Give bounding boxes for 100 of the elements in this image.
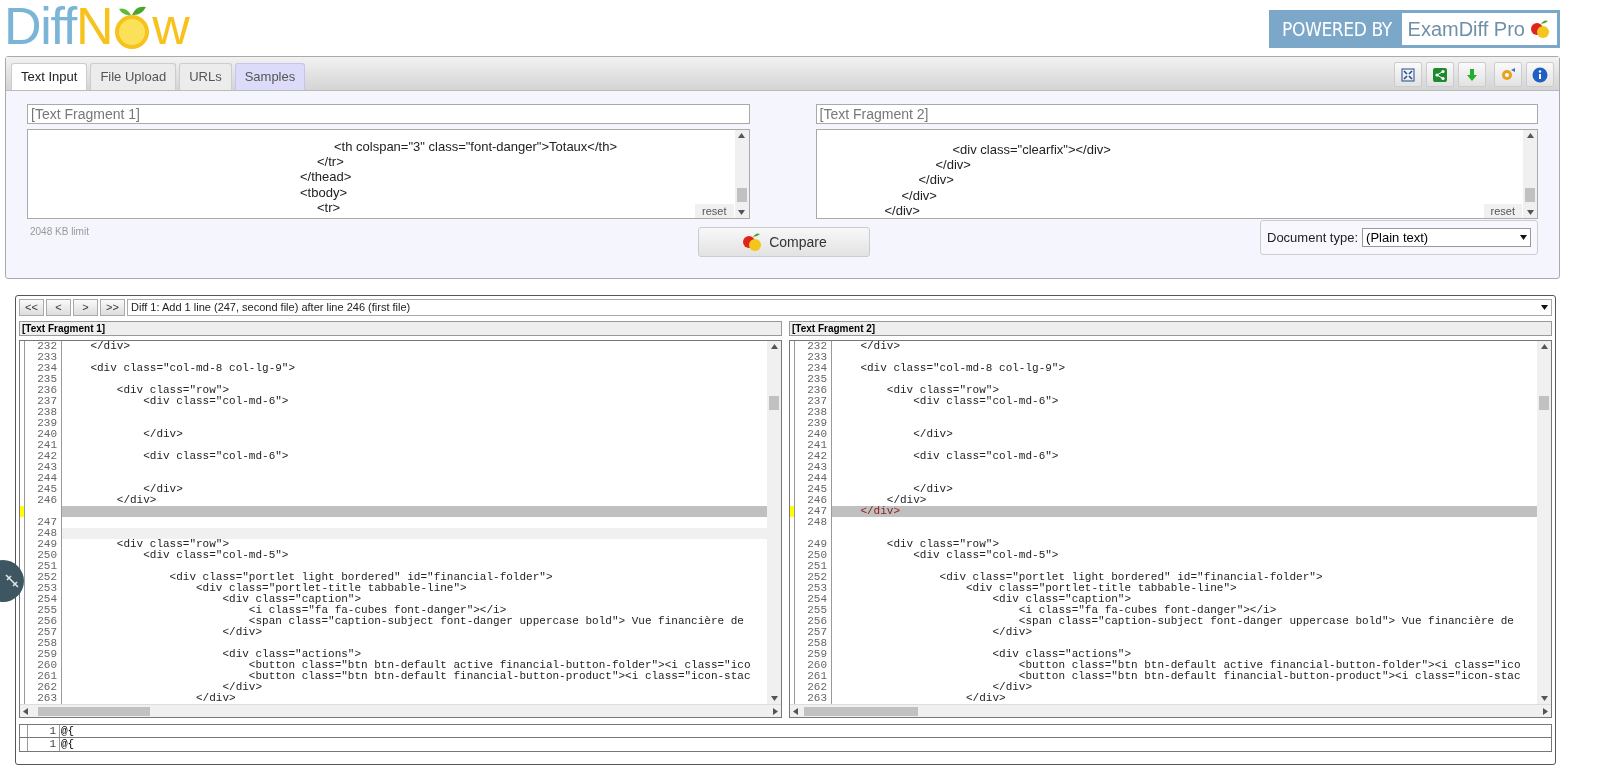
line-number: 237 — [37, 395, 57, 407]
code-text: </div> — [885, 494, 927, 506]
scroll-arrow-icon[interactable] — [770, 344, 778, 349]
line-number: 244 — [807, 472, 827, 484]
line-number: 1 — [28, 725, 60, 737]
line-number: 247 — [807, 505, 827, 517]
toolbar-button[interactable] — [1394, 62, 1422, 87]
tab[interactable]: URLs — [179, 63, 232, 90]
line-number: 252 — [37, 571, 57, 583]
scroll-arrow-icon[interactable] — [1526, 133, 1534, 138]
text-area[interactable]: <th colspan="3" class="font-danger">Totaux</th> </tr> </thead> <tbody> <tr> reset — [27, 129, 750, 219]
code-text: <div class="col-md-5"> — [142, 549, 289, 561]
scroll-thumb[interactable] — [769, 396, 779, 410]
line-number: 246 — [807, 494, 827, 506]
code-text: <button class="btn btn-default financial-button-product"><i class="icon-stac — [247, 670, 751, 682]
scrollbar[interactable] — [1523, 130, 1537, 218]
code-text: <div class="row"> — [885, 538, 1000, 550]
code-text: <button class="btn btn-default active financial-button-folder"><i class="ico — [1017, 659, 1521, 671]
nav-button[interactable]: >> — [100, 299, 125, 316]
line-number: 247 — [37, 516, 57, 528]
line-number: 1 — [28, 738, 60, 751]
text-line: </div> — [917, 172, 954, 188]
line-number: 246 — [37, 494, 57, 506]
scrollbar[interactable] — [767, 341, 781, 704]
scroll-thumb[interactable] — [804, 707, 918, 716]
code-text: </div> — [142, 483, 183, 495]
broken-link-icon — [5, 574, 19, 588]
code-text: <div class="portlet-title tabbable-line"> — [965, 582, 1237, 594]
line-number: 263 — [807, 692, 827, 704]
line-number: 238 — [807, 406, 827, 418]
title-field[interactable]: [Text Fragment 1] — [27, 104, 750, 124]
title-field[interactable]: [Text Fragment 2] — [815, 104, 1538, 124]
line-number: 234 — [807, 362, 827, 374]
line-number: 235 — [37, 373, 57, 385]
horizontal-scrollbar[interactable] — [20, 704, 781, 717]
line-number: 241 — [37, 439, 57, 451]
scrollbar[interactable] — [1537, 341, 1551, 704]
nav-button[interactable]: < — [46, 299, 71, 316]
reset-button[interactable]: reset — [695, 204, 734, 218]
tab[interactable]: Text Input — [11, 63, 88, 90]
code-text: <div class="portlet light bordered" id="financial-folder"> — [938, 571, 1323, 583]
code-text: <span class="caption-subject font-danger uppercase bold"> Vue financière de — [1017, 615, 1514, 627]
scroll-arrow-icon[interactable] — [1540, 344, 1548, 349]
line-number: 249 — [37, 538, 57, 550]
scroll-thumb[interactable] — [1525, 188, 1535, 202]
horizontal-scrollbar[interactable] — [790, 704, 1551, 717]
document-type-select[interactable]: (Plain text) — [1362, 228, 1531, 247]
scroll-thumb[interactable] — [38, 707, 150, 716]
code-text: </div> — [859, 505, 900, 517]
line-number: 239 — [807, 417, 827, 429]
line-number: 250 — [37, 549, 57, 561]
text-line: <th colspan="3" class="font-danger">Totaux</th> — [333, 139, 617, 155]
line-number: 241 — [807, 439, 827, 451]
scrollbar[interactable] — [734, 130, 749, 218]
code-text: <div class="actions"> — [221, 648, 362, 660]
code-text: </div> — [912, 428, 953, 440]
nav-button[interactable]: > — [73, 299, 98, 316]
code-text: <div class="col-md-8 col-lg-9"> — [859, 362, 1066, 374]
code-text: </div> — [142, 428, 183, 440]
diff-select[interactable]: Diff 1: Add 1 line (247, second file) after line 246 (first file) — [127, 299, 1552, 316]
line-number: 242 — [37, 450, 57, 462]
scroll-arrow-icon[interactable] — [1526, 210, 1534, 215]
toolbar-button[interactable] — [1526, 62, 1554, 87]
line-number: 245 — [807, 483, 827, 495]
toolbar-button[interactable] — [1458, 62, 1486, 87]
line-number: 260 — [37, 659, 57, 671]
scroll-thumb[interactable] — [736, 188, 747, 202]
tab[interactable]: File Upload — [90, 63, 177, 90]
code-text: <i class="fa fa-cubes font-danger"></i> — [247, 604, 507, 616]
scroll-arrow-icon[interactable] — [738, 133, 745, 138]
text-area[interactable]: <div class="clearfix"></div> </div> </div> </div> </div> reset — [815, 129, 1538, 219]
code-text: </div> — [991, 626, 1033, 638]
line-number: 253 — [807, 582, 827, 594]
code-text: <div class="row"> — [885, 384, 1000, 396]
line-number: 252 — [807, 571, 827, 583]
code-text: </div> — [991, 681, 1033, 693]
code-text: </div> — [859, 341, 900, 352]
scroll-arrow-icon[interactable] — [793, 707, 798, 715]
tab[interactable]: Samples — [234, 63, 306, 90]
code-text: </div> — [221, 626, 263, 638]
logo-text: w — [152, 0, 189, 52]
nav-button[interactable]: << — [19, 299, 44, 316]
code-text: <span class="caption-subject font-danger uppercase bold"> Vue financière de — [247, 615, 744, 627]
reset-button[interactable]: reset — [1483, 204, 1522, 218]
product-name: ExamDiff Pro — [1407, 17, 1525, 42]
line-number: 258 — [807, 637, 827, 649]
compare-button[interactable]: Compare — [698, 227, 870, 257]
code-text: <div class="col-md-6"> — [142, 395, 289, 407]
scroll-arrow-icon[interactable] — [738, 210, 745, 215]
code-text: <div class="caption"> — [221, 593, 362, 605]
line-number: 244 — [37, 472, 57, 484]
info-icon — [1532, 66, 1548, 83]
line-number: 258 — [37, 637, 57, 649]
scroll-arrow-icon[interactable] — [23, 707, 28, 715]
code-text: <button class="btn btn-default active financial-button-folder"><i class="ico — [247, 659, 751, 671]
code-text: </div> — [965, 692, 1006, 704]
line-number: 261 — [37, 670, 57, 682]
scroll-thumb[interactable] — [1539, 396, 1549, 410]
text-line: </div> — [883, 202, 920, 218]
toolbar-button[interactable] — [1426, 62, 1454, 87]
